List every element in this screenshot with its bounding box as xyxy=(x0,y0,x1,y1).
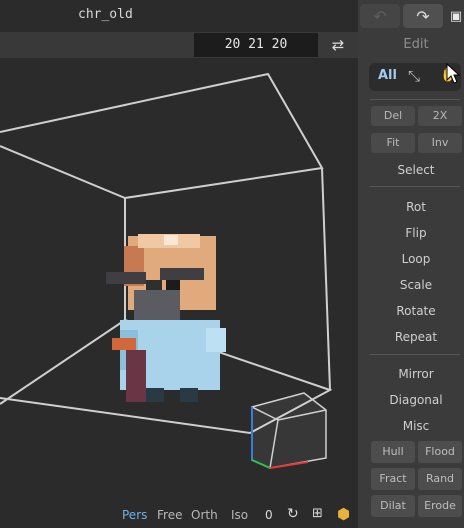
dimensions-field[interactable]: 20 21 20 xyxy=(194,33,318,57)
mirror-tool[interactable]: Mirror xyxy=(368,367,464,381)
redo-icon[interactable]: ↷ xyxy=(403,4,443,28)
dilate-button[interactable]: Dilat xyxy=(371,495,415,517)
rotate-icon[interactable]: ↻ xyxy=(287,506,299,522)
fit-arrows-icon[interactable]: ⤡ xyxy=(408,67,420,85)
title-bar xyxy=(0,0,358,32)
frame-icon[interactable]: ⊞ xyxy=(312,506,323,521)
rand-button[interactable]: Rand xyxy=(418,468,462,490)
scale-tool[interactable]: Scale xyxy=(368,278,464,292)
save-icon[interactable]: ▣ xyxy=(448,4,464,28)
hull-button[interactable]: Hull xyxy=(371,441,415,463)
invert-button[interactable]: Inv xyxy=(418,133,462,153)
select-menu[interactable]: Select xyxy=(368,163,464,177)
diagonal-tool[interactable]: Diagonal xyxy=(368,393,464,407)
misc-menu[interactable]: Misc xyxy=(368,419,464,433)
undo-icon[interactable]: ↶ xyxy=(360,4,400,28)
camera-mode-orth[interactable]: Orth xyxy=(191,508,218,522)
cube-icon[interactable]: ⬢ xyxy=(337,505,350,523)
divider xyxy=(370,354,460,355)
fract-button[interactable]: Fract xyxy=(371,468,415,490)
rotate-tool[interactable]: Rotate xyxy=(368,304,464,318)
divider xyxy=(370,186,460,187)
loop-tool[interactable]: Loop xyxy=(368,252,464,266)
camera-counter: 0 xyxy=(265,508,273,522)
orientation-gizmo[interactable] xyxy=(251,392,327,469)
select-all-toggle[interactable]: All xyxy=(378,68,397,83)
flip-tool[interactable]: Flip xyxy=(368,226,464,240)
fit-button[interactable]: Fit xyxy=(371,133,415,153)
erode-button[interactable]: Erode xyxy=(418,495,462,517)
camera-mode-free[interactable]: Free xyxy=(157,508,182,522)
double-button[interactable]: 2X xyxy=(418,106,462,126)
repeat-tool[interactable]: Repeat xyxy=(368,330,464,344)
divider xyxy=(370,99,460,100)
camera-mode-pers[interactable]: Pers xyxy=(122,508,147,522)
3d-viewport[interactable] xyxy=(0,58,358,502)
section-title: Edit xyxy=(403,37,429,52)
swap-arrows-icon[interactable]: ⇄ xyxy=(325,33,351,57)
scene-canvas xyxy=(0,72,333,469)
camera-mode-iso[interactable]: Iso xyxy=(231,508,248,522)
mouse-cursor-icon xyxy=(446,63,460,84)
rot-tool[interactable]: Rot xyxy=(368,200,464,214)
flood-button[interactable]: Flood xyxy=(418,441,462,463)
file-title: chr_old xyxy=(78,7,133,22)
delete-button[interactable]: Del xyxy=(371,106,415,126)
